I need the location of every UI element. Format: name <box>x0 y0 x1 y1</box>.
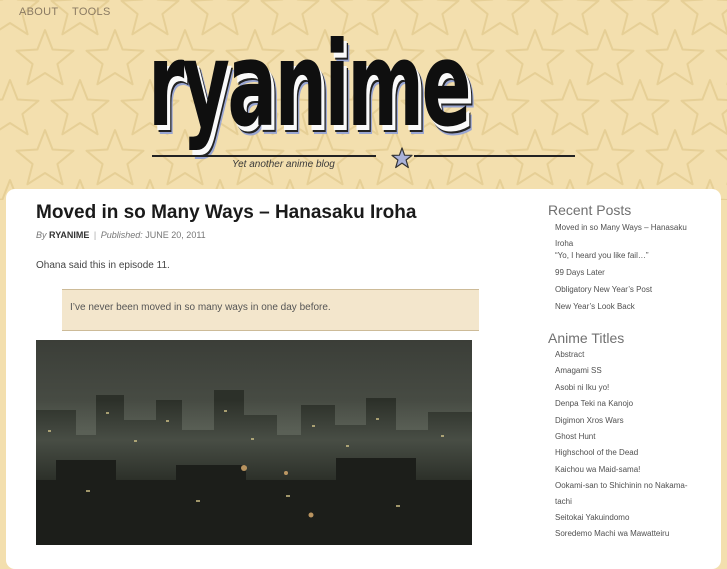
background-star-shape <box>577 30 634 84</box>
star-icon <box>391 147 413 169</box>
background-star-shape <box>647 30 704 84</box>
background-star-shape <box>612 0 669 34</box>
byline-published-label: Published: <box>101 230 143 240</box>
anime-title-link[interactable]: Soredemo Machi wa Mawatteiru <box>555 526 695 542</box>
byline-separator: | <box>92 230 98 240</box>
post-intro-text: Ohana said this in episode 11. <box>36 260 170 271</box>
byline-by-label: By <box>36 230 47 240</box>
background-star-shape <box>52 80 109 134</box>
recent-post-link[interactable]: “Yo, I heard you like fail…” <box>555 248 695 264</box>
site-tagline: Yet another anime blog <box>232 159 335 170</box>
nav-tools-link[interactable]: TOOLS <box>72 6 111 18</box>
anime-title-link[interactable]: Highschool of the Dead <box>555 445 695 461</box>
background-star-shape <box>17 30 74 84</box>
background-star-shape <box>682 80 727 134</box>
post-image[interactable] <box>36 340 472 545</box>
background-star-shape <box>542 0 599 34</box>
post-byline: By RYANIME | Published: JUNE 20, 2011 <box>36 230 206 240</box>
anime-title-link[interactable]: Ghost Hunt <box>555 429 695 445</box>
anime-title-link[interactable]: Abstract <box>555 347 695 363</box>
background-star-shape <box>577 130 634 184</box>
blockquote-text: I’ve never been moved in so many ways in… <box>70 302 331 313</box>
post-date: JUNE 20, 2011 <box>145 230 205 240</box>
anime-titles-heading: Anime Titles <box>548 330 624 346</box>
background-star-shape <box>542 80 599 134</box>
background-star-shape <box>717 130 727 184</box>
anime-title-link[interactable]: Ookami-san to Shichinin no Nakama-tachi <box>555 478 695 510</box>
anime-title-link[interactable]: Digimon Xros Wars <box>555 413 695 429</box>
header-rule-right <box>414 155 575 157</box>
anime-title-link[interactable]: Amagami SS <box>555 363 695 379</box>
post-title[interactable]: Moved in so Many Ways – Hanasaku Iroha <box>36 202 416 224</box>
background-star-shape <box>17 130 74 184</box>
nav-about-link[interactable]: ABOUT <box>19 6 58 18</box>
background-star-shape <box>0 80 39 134</box>
anime-title-link[interactable]: Denpa Teki na Kanojo <box>555 396 695 412</box>
recent-post-link[interactable]: 99 Days Later <box>555 265 695 281</box>
post-blockquote: I’ve never been moved in so many ways in… <box>62 289 479 331</box>
recent-post-link[interactable]: New Year’s Look Back <box>555 299 695 315</box>
background-star-shape <box>507 30 564 84</box>
background-star-shape <box>87 30 144 84</box>
background-star-shape <box>507 130 564 184</box>
background-star-shape <box>612 80 669 134</box>
background-star-shape <box>682 0 727 34</box>
post-author-link[interactable]: RYANIME <box>49 230 89 240</box>
background-star-shape <box>472 0 529 34</box>
background-star-shape <box>87 130 144 184</box>
background-star-shape <box>472 80 529 134</box>
site-logo[interactable]: ryanime <box>148 22 469 148</box>
anime-title-link[interactable]: Seitokai Yakuindomo <box>555 510 695 526</box>
anime-title-link[interactable]: Asobi ni Iku yo! <box>555 380 695 396</box>
header-rule-left <box>152 155 376 157</box>
recent-posts-heading: Recent Posts <box>548 202 631 218</box>
anime-title-link[interactable]: Kaichou wa Maid-sama! <box>555 462 695 478</box>
background-star-shape <box>647 130 704 184</box>
background-star-shape <box>717 30 727 84</box>
recent-post-link[interactable]: Obligatory New Year’s Post <box>555 282 695 298</box>
